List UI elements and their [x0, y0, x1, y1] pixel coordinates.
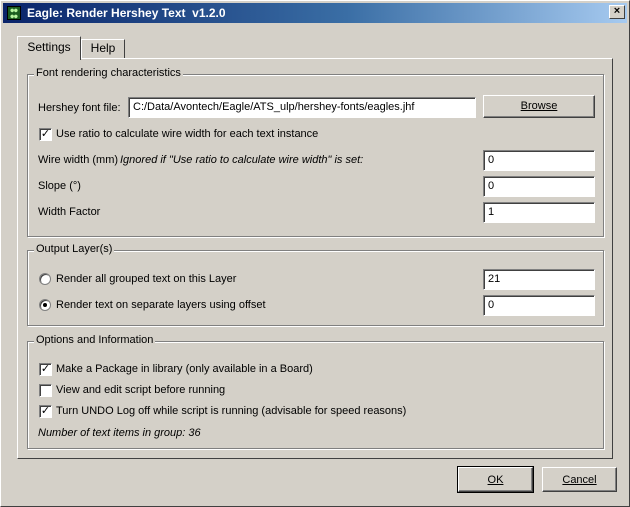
- grouped-layer-input[interactable]: 21: [483, 269, 595, 290]
- cancel-button[interactable]: Cancel: [542, 467, 617, 492]
- wire-width-label: Wire width (mm): [38, 154, 119, 166]
- separate-offset-input[interactable]: 0: [483, 295, 595, 316]
- use-ratio-checkbox[interactable]: ✓: [39, 128, 52, 141]
- slope-input[interactable]: 0: [483, 176, 595, 197]
- browse-button-label: Browse: [520, 100, 558, 112]
- make-package-checkbox[interactable]: ✓: [39, 363, 52, 376]
- output-layers-legend: Output Layer(s): [34, 243, 115, 255]
- tab-help[interactable]: Help: [81, 39, 125, 58]
- wire-width-note: Ignored if "Use ratio to calculate wire …: [120, 154, 364, 166]
- output-layers-group: Output Layer(s) Render all grouped text …: [27, 243, 604, 326]
- browse-button[interactable]: Browse: [483, 95, 595, 118]
- options-info-group: Options and Information ✓ Make a Package…: [27, 334, 604, 449]
- tab-settings[interactable]: Settings: [17, 36, 81, 60]
- options-info-legend: Options and Information: [34, 334, 156, 346]
- radio-selected-dot: [43, 303, 47, 307]
- view-script-label[interactable]: View and edit script before running: [56, 384, 225, 396]
- font-rendering-group: Font rendering characteristics Hershey f…: [27, 67, 604, 237]
- eagle-app-icon: ●● ●●: [7, 6, 21, 20]
- render-grouped-radio[interactable]: [39, 273, 51, 285]
- window-title: Eagle: Render Hershey Text v1.2.0: [27, 6, 226, 20]
- close-button[interactable]: ×: [609, 5, 625, 19]
- close-icon: ×: [613, 5, 621, 17]
- make-package-label[interactable]: Make a Package in library (only availabl…: [56, 363, 313, 375]
- undo-off-checkbox[interactable]: ✓: [39, 405, 52, 418]
- render-separate-radio[interactable]: [39, 299, 51, 311]
- render-separate-label[interactable]: Render text on separate layers using off…: [56, 299, 266, 311]
- title-bar[interactable]: ●● ●● Eagle: Render Hershey Text v1.2.0 ×: [3, 3, 627, 23]
- font-file-input[interactable]: C:/Data/Avontech/Eagle/ATS_ulp/hershey-f…: [128, 97, 476, 118]
- slope-label: Slope (°): [38, 180, 81, 192]
- dialog-window: ●● ●● Eagle: Render Hershey Text v1.2.0 ×…: [0, 0, 630, 507]
- wire-width-input[interactable]: 0: [483, 150, 595, 171]
- settings-panel: Font rendering characteristics Hershey f…: [17, 58, 613, 459]
- font-rendering-legend: Font rendering characteristics: [34, 67, 183, 79]
- render-grouped-label[interactable]: Render all grouped text on this Layer: [56, 273, 236, 285]
- cancel-button-label: Cancel: [562, 474, 597, 486]
- width-factor-label: Width Factor: [38, 206, 101, 218]
- view-script-checkbox[interactable]: [39, 384, 52, 397]
- font-file-label: Hershey font file:: [38, 102, 121, 114]
- text-items-count: Number of text items in group: 36: [38, 427, 201, 439]
- ok-button[interactable]: OK: [457, 466, 534, 493]
- use-ratio-label[interactable]: Use ratio to calculate wire width for ea…: [56, 128, 318, 140]
- width-factor-input[interactable]: 1: [483, 202, 595, 223]
- ok-button-label: OK: [487, 474, 504, 486]
- undo-off-label[interactable]: Turn UNDO Log off while script is runnin…: [56, 405, 406, 417]
